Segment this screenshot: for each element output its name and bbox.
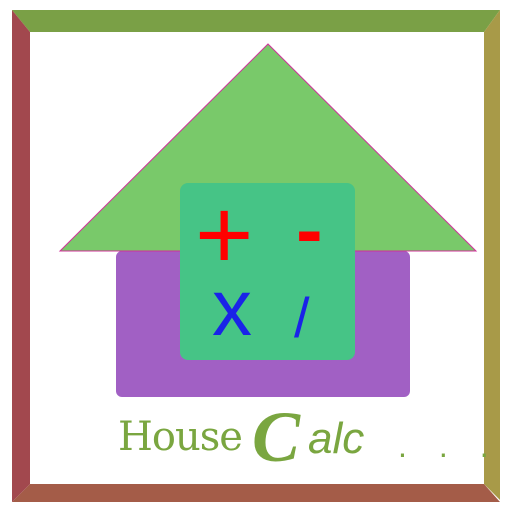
frame-right-edge (484, 10, 500, 500)
frame-top-edge (12, 10, 500, 32)
title-house: House (118, 414, 243, 460)
frame-left-edge (12, 10, 30, 502)
frame-bottom-edge (12, 484, 500, 502)
divide-symbol: / (294, 286, 310, 349)
minus-symbol: - (296, 185, 323, 274)
title-calc-rest: alc (308, 414, 365, 463)
house-calc-logo: + - x / House C alc ... (0, 0, 512, 512)
times-symbol: x (212, 263, 252, 352)
title-calc-initial: C (252, 397, 301, 477)
title-dots: ... (398, 428, 512, 464)
